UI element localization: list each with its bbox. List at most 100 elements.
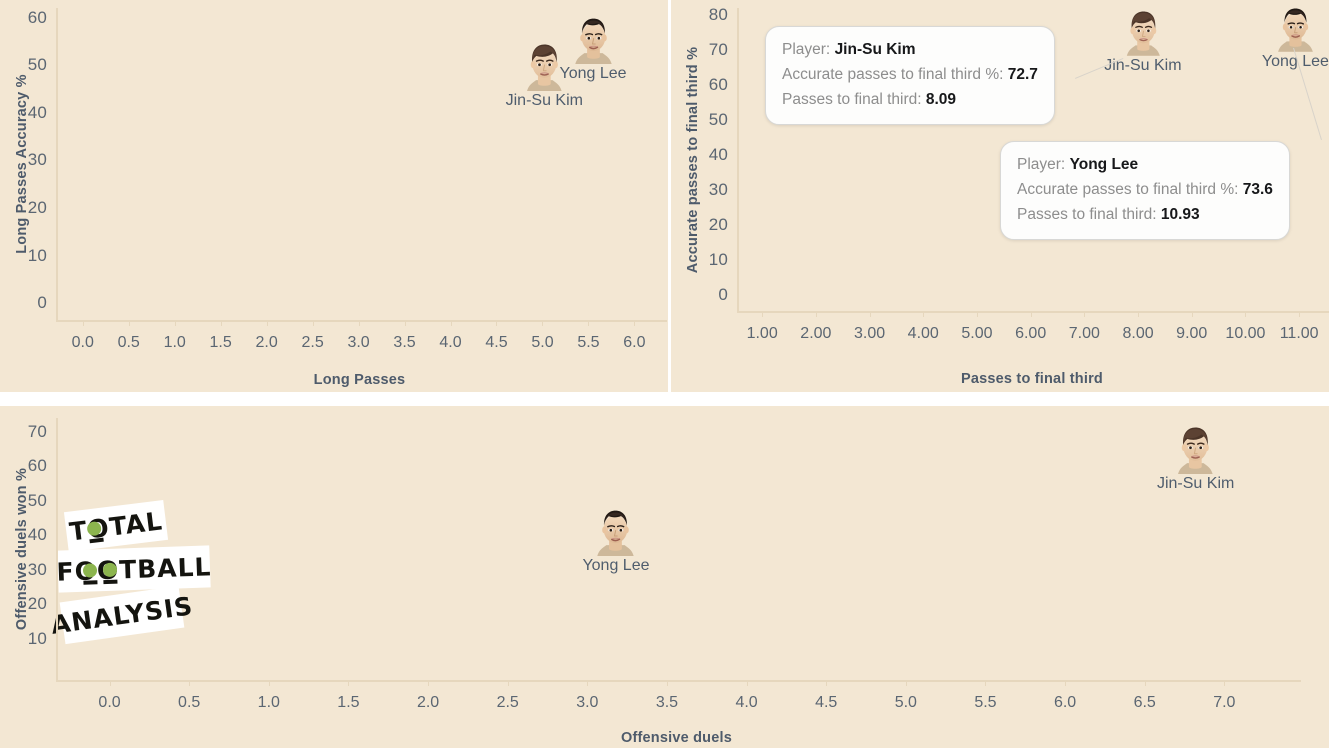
player-marker-label: Jin-Su Kim: [1156, 474, 1235, 492]
x-tick-mark: [1191, 312, 1193, 317]
y-axis-line: [56, 418, 58, 680]
y-tick-label: 60: [708, 75, 728, 95]
watermark-line-2: FOOTBALL: [56, 545, 212, 593]
x-tick-label: 6.0: [623, 334, 646, 351]
x-tick-label: 8.00: [1122, 325, 1154, 342]
x-tick-mark: [746, 681, 748, 686]
x-tick-mark: [985, 681, 987, 686]
tooltip-row: Accurate passes to final third %: 72.7: [782, 62, 1038, 87]
player-marker[interactable]: Jin-Su Kim: [1104, 7, 1182, 75]
tooltip-row-value: Yong Lee: [1069, 156, 1139, 173]
tooltip-row-label: Passes to final third:: [1017, 206, 1161, 223]
y-tick-label: 40: [27, 525, 47, 545]
x-tick-label: 1.0: [163, 334, 186, 351]
x-tick-mark: [189, 681, 191, 686]
x-tick-mark: [404, 321, 406, 326]
x-tick-label: 3.00: [853, 325, 886, 342]
y-tick-label: 60: [27, 7, 47, 27]
x-tick-label: 5.5: [577, 334, 600, 351]
player-marker[interactable]: Jin-Su Kim: [1157, 423, 1234, 493]
watermark-total-football-analysis: TOTAL FOOTBALL ANALYSIS: [49, 500, 288, 666]
tooltip-row-label: Accurate passes to final third %:: [1017, 181, 1243, 198]
x-tick-mark: [1138, 312, 1140, 317]
player-portrait-icon: [595, 505, 637, 557]
x-tick-mark: [587, 681, 589, 686]
player-marker[interactable]: Yong Lee: [1262, 3, 1329, 71]
player-marker-label: Yong Lee: [582, 557, 650, 575]
x-tick-mark: [312, 321, 314, 326]
x-tick-mark: [815, 312, 817, 317]
player-marker-label: Jin-Su Kim: [1104, 56, 1182, 74]
x-tick-label: 7.0: [1213, 694, 1236, 711]
x-tick-label: 5.5: [974, 694, 997, 711]
x-tick-mark: [666, 681, 668, 686]
x-tick-label: 0.0: [98, 694, 121, 711]
tooltip-jin-su-kim[interactable]: Player: Jin-Su Kim Accurate passes to fin…: [765, 26, 1055, 125]
player-marker[interactable]: Yong Lee: [560, 13, 627, 83]
x-tick-mark: [1299, 312, 1301, 317]
tooltip-row-label: Player:: [782, 41, 835, 58]
x-tick-mark: [1030, 312, 1032, 317]
x-tick-label: 4.0: [439, 334, 462, 351]
x-tick-label: 10.00: [1225, 325, 1266, 342]
x-tick-label: 2.5: [496, 694, 519, 711]
x-tick-mark: [82, 321, 84, 326]
y-tick-label: 70: [708, 40, 728, 60]
x-tick-mark: [268, 681, 270, 686]
tooltip-yong-lee[interactable]: Player: Yong Lee Accurate passes to final…: [1000, 141, 1290, 240]
x-axis-line: [737, 311, 1329, 313]
y-tick-label: 10: [708, 250, 728, 270]
y-tick-label: 30: [708, 180, 728, 200]
x-tick-mark: [128, 321, 130, 326]
tooltip-row: Passes to final third: 10.93: [1017, 202, 1273, 227]
player-marker[interactable]: Yong Lee: [582, 505, 649, 575]
player-face-jin-su-kim: [1126, 11, 1160, 56]
x-tick-mark: [507, 681, 509, 686]
y-axis-title-passes-final-third: Accurate passes to final third %: [685, 46, 701, 273]
x-tick-mark: [762, 312, 764, 317]
y-tick-label: 0: [718, 285, 728, 305]
y-tick-label: 20: [708, 215, 728, 235]
x-axis-title-offensive-duels: Offensive duels: [621, 730, 732, 746]
chart-panel-passes-final-third: Accurate passes to final third % Passes …: [671, 0, 1329, 392]
x-tick-label: 4.5: [815, 694, 838, 711]
x-tick-mark: [1065, 681, 1067, 686]
tooltip-row-value: 8.09: [925, 91, 957, 108]
x-tick-mark: [869, 312, 871, 317]
y-tick-label: 0: [37, 293, 47, 313]
x-tick-label: 1.0: [257, 694, 280, 711]
x-tick-mark: [450, 321, 452, 326]
x-tick-label: 2.00: [800, 325, 832, 342]
x-tick-mark: [266, 321, 268, 326]
x-tick-label: 3.5: [393, 334, 416, 351]
x-tick-mark: [905, 681, 907, 686]
watermark-text: FOOTBALL: [56, 551, 212, 587]
tooltip-row-label: Accurate passes to final third %:: [782, 66, 1008, 83]
watermark-text: ANALYSIS: [49, 590, 195, 640]
x-tick-mark: [428, 681, 430, 686]
x-tick-mark: [358, 321, 360, 326]
dashboard-root: Long Passes Accuracy % Long Passes 0 10 20…: [0, 0, 1329, 748]
x-tick-label: 6.0: [1053, 694, 1077, 711]
watermark-line-3: ANALYSIS: [49, 585, 195, 645]
y-axis-line: [737, 8, 739, 311]
player-face-yong-lee: [574, 19, 612, 65]
x-tick-label: 9.00: [1176, 325, 1208, 342]
x-tick-label: 5.0: [894, 694, 917, 711]
x-tick-mark: [1084, 312, 1086, 317]
x-tick-label: 3.0: [576, 694, 599, 711]
player-marker-label: Jin-Su Kim: [505, 91, 583, 109]
x-tick-label: 11.00: [1279, 325, 1319, 342]
y-tick-label: 40: [27, 102, 47, 122]
watermark-line-1: TOTAL: [63, 500, 169, 552]
x-tick-mark: [976, 312, 978, 317]
x-tick-mark: [496, 321, 498, 326]
x-tick-label: 5.00: [961, 325, 993, 342]
x-tick-label: 4.00: [907, 325, 939, 342]
x-tick-mark: [348, 681, 350, 686]
player-face-jin-su-kim: [1178, 427, 1213, 474]
player-portrait-icon: [1275, 3, 1315, 53]
tooltip-row: Player: Yong Lee: [1017, 152, 1273, 177]
x-tick-label: 2.0: [416, 694, 440, 711]
x-axis-line: [56, 680, 1301, 682]
